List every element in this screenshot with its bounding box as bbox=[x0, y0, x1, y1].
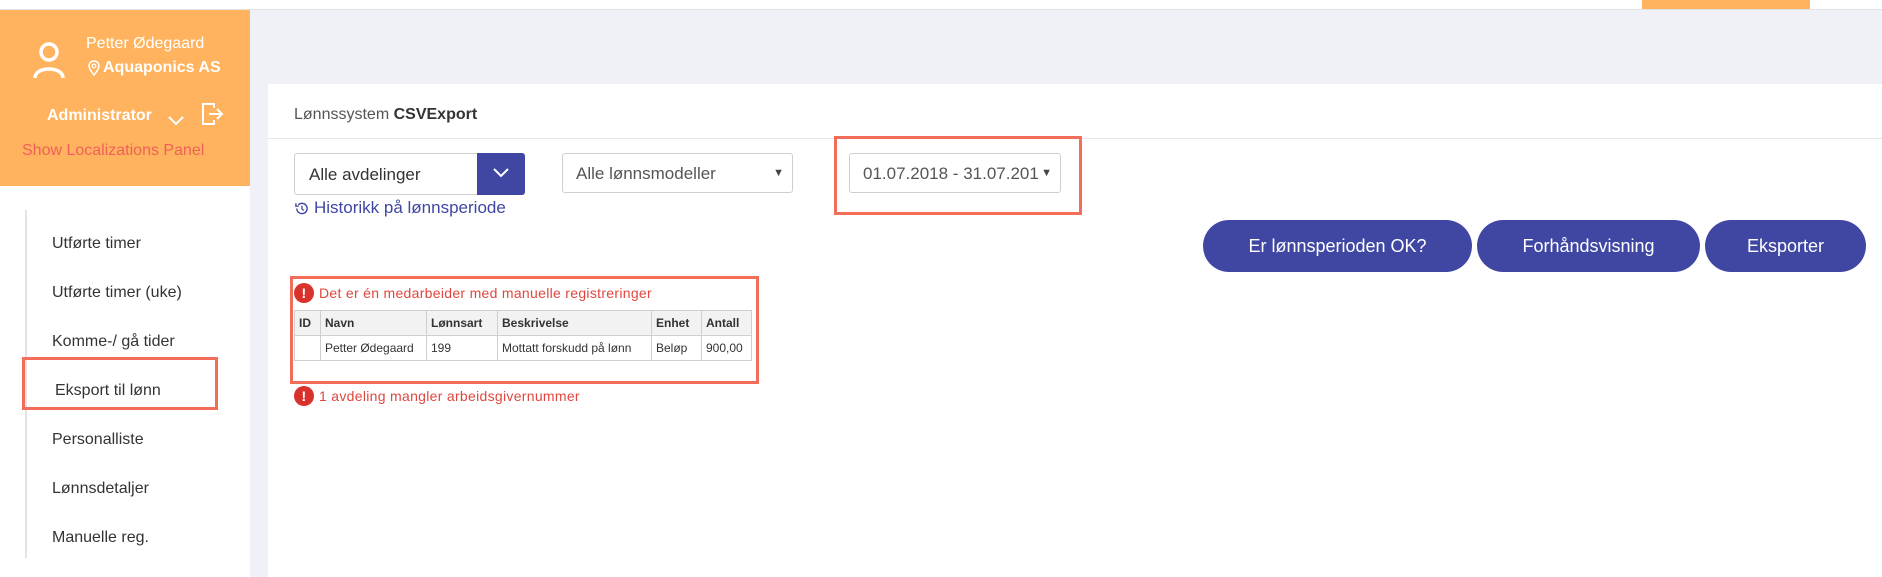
page-title-system: CSVExport bbox=[393, 106, 478, 123]
sidebar: Petter Ødegaard Aquaponics AS Administra… bbox=[0, 10, 250, 577]
history-link[interactable]: Historikk på lønnsperiode bbox=[294, 198, 506, 218]
cell-lonnsart: 199 bbox=[426, 335, 498, 361]
history-link-label: Historikk på lønnsperiode bbox=[314, 198, 506, 217]
preview-button[interactable]: Forhåndsvisning bbox=[1477, 220, 1700, 272]
top-accent-tab[interactable] bbox=[1642, 0, 1810, 9]
sidebar-item-utforte-timer[interactable]: Utførte timer bbox=[52, 235, 141, 253]
caret-down-icon: ▼ bbox=[1038, 167, 1052, 179]
wage-model-select[interactable]: Alle lønnsmodeller ▼ bbox=[562, 153, 793, 193]
sidebar-item-lonnsdetaljer[interactable]: Lønnsdetaljer bbox=[52, 480, 149, 498]
active-item-highlight bbox=[22, 357, 218, 410]
col-lonnsart: Lønnsart bbox=[426, 310, 498, 336]
exclamation-circle-icon: ! bbox=[294, 283, 314, 303]
cell-antall: 900,00 bbox=[701, 335, 752, 361]
exclamation-circle-icon: ! bbox=[294, 386, 314, 406]
table-header-row: ID Navn Lønnsart Beskrivelse Enhet Antal… bbox=[294, 310, 752, 336]
manual-registrations-warning: ! Det er én medarbeider med manuelle reg… bbox=[294, 283, 652, 303]
sidebar-item-komme-ga-tider[interactable]: Komme-/ gå tider bbox=[52, 333, 175, 351]
page-title-prefix: Lønnssystem bbox=[294, 106, 390, 123]
map-pin-icon bbox=[88, 60, 100, 76]
chevron-down-icon[interactable] bbox=[166, 114, 186, 128]
period-value: 01.07.2018 - 31.07.2018 bbox=[863, 164, 1049, 183]
sidebar-item-utforte-timer-uke[interactable]: Utførte timer (uke) bbox=[52, 284, 182, 302]
department-warning: ! 1 avdeling mangler arbeidsgivernummer bbox=[294, 386, 580, 406]
cell-beskrivelse: Mottatt forskudd på lønn bbox=[497, 335, 652, 361]
sidebar-item-manuelle-reg[interactable]: Manuelle reg. bbox=[52, 529, 149, 547]
page-title: Lønnssystem CSVExport bbox=[294, 106, 477, 124]
cell-navn: Petter Ødegaard bbox=[320, 335, 427, 361]
company-label: Aquaponics AS bbox=[103, 59, 221, 76]
caret-down-icon: ▼ bbox=[773, 167, 784, 179]
cell-id bbox=[294, 335, 321, 361]
logout-icon[interactable] bbox=[200, 101, 224, 127]
company-name: Aquaponics AS bbox=[88, 59, 221, 77]
period-select[interactable]: 01.07.2018 - 31.07.2018 ▼ bbox=[849, 153, 1061, 193]
period-ok-button[interactable]: Er lønnsperioden OK? bbox=[1203, 220, 1472, 272]
department-dropdown-button[interactable] bbox=[477, 153, 525, 195]
user-name: Petter Ødegaard bbox=[86, 35, 205, 52]
col-id: ID bbox=[294, 310, 321, 336]
manual-registrations-table: ID Navn Lønnsart Beskrivelse Enhet Antal… bbox=[294, 310, 752, 361]
role-dropdown[interactable]: Administrator bbox=[47, 107, 152, 125]
col-enhet: Enhet bbox=[651, 310, 702, 336]
chevron-down-icon bbox=[493, 168, 509, 178]
col-beskrivelse: Beskrivelse bbox=[497, 310, 652, 336]
show-localizations-link[interactable]: Show Localizations Panel bbox=[22, 142, 204, 160]
col-antall: Antall bbox=[701, 310, 752, 336]
cell-enhet: Beløp bbox=[651, 335, 702, 361]
top-bar bbox=[0, 0, 1882, 10]
col-navn: Navn bbox=[320, 310, 427, 336]
department-select[interactable]: Alle avdelinger bbox=[294, 153, 477, 195]
export-button[interactable]: Eksporter bbox=[1705, 220, 1866, 272]
sidebar-item-personalliste[interactable]: Personalliste bbox=[52, 431, 144, 449]
warning-text: Det er én medarbeider med manuelle regis… bbox=[319, 285, 652, 301]
wage-model-value: Alle lønnsmodeller bbox=[576, 164, 716, 183]
table-row: Petter Ødegaard 199 Mottatt forskudd på … bbox=[294, 335, 752, 361]
main-gutter bbox=[250, 84, 268, 577]
main-header-band bbox=[250, 10, 1882, 84]
history-icon bbox=[295, 202, 308, 214]
warning-text: 1 avdeling mangler arbeidsgivernummer bbox=[319, 388, 580, 404]
user-panel: Petter Ødegaard Aquaponics AS Administra… bbox=[0, 10, 250, 186]
user-icon bbox=[33, 42, 65, 79]
